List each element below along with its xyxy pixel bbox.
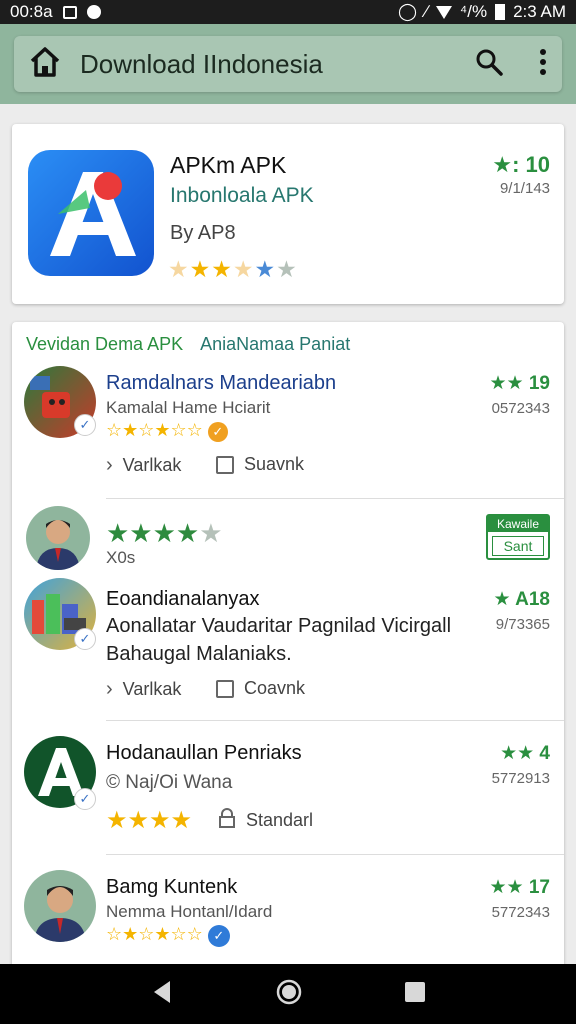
recents-icon[interactable]: [404, 981, 426, 1008]
app-download-count: 5772343: [491, 904, 550, 921]
save-action-label: Suavnk: [244, 454, 305, 474]
user-avatar[interactable]: [24, 870, 96, 942]
view-action-label: Varlkak: [122, 679, 182, 699]
app-rating: ★ A18: [493, 589, 550, 610]
verified-badge-icon: ✓: [74, 628, 96, 650]
search-icon[interactable]: [474, 47, 504, 82]
featured-app-title: APKm APK: [170, 152, 287, 178]
verified-badge-icon: ✓: [74, 788, 96, 810]
lock-icon: [218, 808, 236, 833]
install-button-top-label: Kawaile: [488, 516, 548, 532]
star-rating: ★★★★: [106, 807, 193, 834]
app-list-card: Vevidan Dema APK AniaNamaa Paniat ✓ Ramd…: [12, 322, 564, 972]
app-title[interactable]: Hodanaullan Penriaks: [106, 742, 302, 765]
divider: [106, 498, 564, 499]
user-subtitle: X0s: [106, 548, 136, 567]
featured-app-icon[interactable]: [28, 150, 154, 276]
view-action[interactable]: › Varlkak: [106, 454, 181, 477]
featured-app-developer: By AP8: [170, 222, 236, 244]
system-navigation-bar: [0, 964, 576, 1024]
checkbox-icon: [216, 679, 234, 698]
app-bar-search-container: Download IIndonesia: [14, 36, 562, 92]
featured-download-count: 9/1/143: [499, 180, 550, 197]
app-title[interactable]: Ramdalnars Mandeariabn: [106, 372, 336, 395]
user-star-rating: ★★★★★: [106, 518, 223, 548]
divider: [106, 720, 564, 721]
app-subtitle: © Naj/Oi Wana: [106, 772, 233, 793]
home-button-icon[interactable]: [275, 978, 303, 1011]
app-title[interactable]: Bamg Kuntenk: [106, 876, 237, 899]
list-header-left[interactable]: Vevidan Dema APK: [26, 334, 183, 354]
divider: [106, 854, 564, 855]
view-action-label: Varlkak: [122, 455, 182, 475]
back-icon[interactable]: [150, 979, 174, 1010]
install-button-label: Sant: [492, 536, 544, 556]
list-header: Vevidan Dema APK AniaNamaa Paniat: [26, 334, 350, 355]
app-download-count: 5772913: [491, 770, 550, 787]
signal-text: ⁴/%: [459, 2, 488, 21]
app-rating: ★★ 19: [489, 373, 550, 394]
app-download-count: 9/73365: [495, 616, 550, 633]
status-time-right: 2:3 AM: [513, 2, 566, 21]
app-subtitle: Kamalal Hame Hciarit: [106, 398, 271, 417]
standard-action-label: Standarl: [246, 810, 314, 830]
gallery-notification-icon: [62, 5, 77, 19]
app-subtitle: Nemma Hontanl/Idard: [106, 902, 273, 921]
verified-badge-icon: ✓: [74, 414, 96, 436]
list-header-right[interactable]: AniaNamaa Paniat: [200, 334, 350, 354]
app-rating: ★★ 4: [500, 743, 550, 764]
status-time-left: 00:8a: [10, 2, 53, 21]
app-bar-title: Download IIndonesia: [80, 48, 323, 79]
app-description: Aonallatar Vaudaritar Pagnilad Vicirgall…: [106, 615, 452, 665]
app-download-count: 0572343: [491, 400, 550, 417]
navigation-notification-icon: [86, 5, 101, 19]
install-button[interactable]: Kawaile Sant: [486, 514, 550, 560]
app-title[interactable]: Eoandianalanyax: [106, 588, 259, 611]
featured-star-rating: ★★★★★★: [168, 256, 298, 282]
save-action[interactable]: Coavnk: [216, 678, 305, 699]
standard-action[interactable]: Standarl: [218, 808, 313, 833]
status-bar: 00:8a ◯ ∕ ⁴/% 2:3 AM: [0, 0, 576, 24]
view-action[interactable]: › Varlkak: [106, 678, 181, 701]
checkbox-icon: [216, 455, 234, 474]
featured-app-subtitle: Inbonloala APK: [170, 184, 314, 207]
app-bar: Download IIndonesia: [0, 24, 576, 104]
verified-badge-icon: ✓: [207, 925, 230, 947]
wifi-icon: [435, 5, 452, 19]
more-vert-icon[interactable]: [538, 48, 548, 81]
chevron-right-icon: ›: [106, 454, 113, 476]
featured-rating: ★: 10: [492, 152, 550, 177]
app-rating: ★★ 17: [489, 877, 550, 898]
award-badge-icon: ✓: [207, 422, 228, 442]
save-action-label: Coavnk: [244, 678, 306, 698]
featured-app-card[interactable]: APKm APK Inbonloala APK By AP8 ★★★★★★ ★:…: [12, 124, 564, 304]
star-rating: ☆★☆★☆☆ ✓: [106, 924, 230, 947]
save-action[interactable]: Suavnk: [216, 454, 304, 475]
chevron-right-icon: ›: [106, 678, 113, 700]
star-rating: ☆★☆★☆☆ ✓: [106, 420, 228, 442]
battery-icon: [495, 4, 506, 20]
home-icon[interactable]: [28, 45, 62, 84]
user-avatar[interactable]: [26, 506, 90, 570]
alarm-icon: ◯: [398, 2, 418, 21]
mute-icon: ∕: [425, 2, 428, 21]
